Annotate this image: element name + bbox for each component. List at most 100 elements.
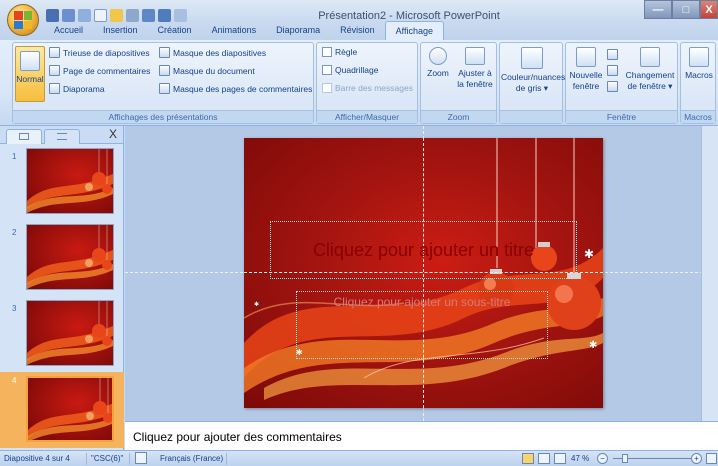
minimize-button[interactable]: —	[644, 0, 672, 19]
status-separator	[226, 453, 227, 465]
fit-window-button[interactable]: Ajuster à la fenêtre	[454, 47, 496, 90]
ruler-check-icon	[322, 47, 332, 57]
group-show-hide: Règle Quadrillage Barre des messages Aff…	[316, 42, 418, 124]
slide-thumbnail[interactable]	[26, 148, 114, 214]
notes-master-icon	[159, 83, 170, 94]
fit-slide-icon[interactable]	[706, 453, 717, 464]
slide-thumbnail[interactable]	[26, 376, 114, 442]
new-window-icon	[576, 47, 596, 67]
status-separator	[86, 453, 87, 465]
slide-thumbnail-row[interactable]: 1	[0, 148, 124, 220]
slide-number: 4	[12, 376, 17, 385]
new-window-button[interactable]: Nouvelle fenêtre	[568, 47, 604, 92]
vertical-scrollbar[interactable]	[701, 126, 718, 421]
tab-outline[interactable]	[44, 129, 80, 144]
slide-sorter-button[interactable]: Trieuse de diapositives	[49, 47, 150, 58]
macros-button[interactable]: Macros	[682, 47, 716, 81]
slide-thumbnail-row[interactable]: 3	[0, 300, 124, 372]
arrange-all-icon[interactable]	[607, 49, 618, 60]
svg-text:✱: ✱	[589, 340, 597, 351]
notes-master-button[interactable]: Masque des pages de commentaires	[159, 83, 312, 94]
notes-pane[interactable]: Cliquez pour ajouter des commentaires	[125, 421, 718, 450]
sorter-view-status-icon[interactable]	[538, 453, 550, 464]
message-bar-check-icon	[322, 83, 332, 93]
notes-page-icon	[49, 65, 60, 76]
pane-tabs: X	[0, 126, 123, 144]
switch-window-icon	[640, 47, 660, 67]
handout-master-button[interactable]: Masque du document	[159, 65, 255, 76]
macros-icon	[689, 47, 709, 67]
color-grayscale-button[interactable]: Couleur/nuances de gris ▾	[501, 47, 565, 94]
normal-view-status-icon[interactable]	[522, 453, 534, 464]
pane-close-icon[interactable]: X	[109, 127, 117, 141]
switch-window-button[interactable]: Changement de fenêtre ▾	[622, 47, 678, 92]
tab-revision[interactable]: Révision	[330, 21, 385, 40]
tab-affichage[interactable]: Affichage	[384, 21, 445, 40]
group-label-show-hide: Afficher/Masquer	[317, 110, 417, 123]
subtitle-placeholder[interactable]: Cliquez pour ajouter un sous-titre	[296, 291, 548, 359]
move-split-icon[interactable]	[607, 81, 618, 92]
group-window: Nouvelle fenêtre Changement de fenêtre ▾…	[565, 42, 678, 124]
slide-count-status: Diapositive 4 sur 4	[4, 454, 70, 463]
tab-slides[interactable]	[6, 129, 42, 144]
slide-thumbnail[interactable]	[26, 300, 114, 366]
status-bar: Diapositive 4 sur 4 "CSC(6)" Français (F…	[0, 450, 718, 466]
outline-tab-icon	[57, 133, 67, 140]
normal-view-icon	[20, 51, 40, 71]
zoom-out-icon[interactable]: −	[597, 453, 608, 464]
group-color: Couleur/nuances de gris ▾	[499, 42, 565, 124]
slide-master-icon	[159, 47, 170, 58]
gridlines-checkbox[interactable]: Quadrillage	[322, 65, 378, 75]
tab-accueil[interactable]: Accueil	[44, 21, 93, 40]
group-label-color	[500, 110, 562, 123]
slide-thumbnail[interactable]	[26, 224, 114, 290]
zoom-button[interactable]: Zoom	[424, 47, 452, 79]
message-bar-checkbox[interactable]: Barre des messages	[322, 83, 413, 93]
slides-pane: X 1 2 3 4	[0, 126, 124, 450]
group-zoom: Zoom Ajuster à la fenêtre Zoom	[420, 42, 497, 124]
slideshow-status-icon[interactable]	[554, 453, 566, 464]
tab-diaporama[interactable]: Diaporama	[266, 21, 330, 40]
language-status[interactable]: Français (France)	[160, 454, 223, 463]
slides-tab-icon	[19, 133, 29, 140]
slide-editing-area[interactable]: ✱ ✱ ✱ ✱ Cliquez pour ajouter un titre Cl…	[125, 126, 718, 421]
group-presentation-views: Normal Trieuse de diapositives Page de c…	[12, 42, 314, 124]
magnifier-icon	[429, 47, 447, 65]
title-bar: Présentation2 - Microsoft PowerPoint — □…	[0, 0, 718, 40]
title-placeholder[interactable]: Cliquez pour ajouter un titre	[270, 221, 577, 279]
group-label-presentation-views: Affichages des présentations	[13, 110, 313, 123]
spelling-status-icon[interactable]	[135, 452, 147, 464]
ribbon-tabs: Accueil Insertion Création Animations Di…	[44, 21, 445, 40]
svg-text:✱: ✱	[584, 247, 594, 261]
zoom-slider-thumb[interactable]	[622, 454, 628, 463]
group-label-zoom: Zoom	[421, 110, 496, 123]
window-controls: — □ X	[644, 0, 718, 19]
slideshow-button[interactable]: Diaporama	[49, 83, 105, 94]
tab-animations[interactable]: Animations	[202, 21, 267, 40]
close-button[interactable]: X	[700, 0, 718, 19]
fit-window-icon	[465, 47, 485, 65]
slide-number: 1	[12, 152, 17, 161]
handout-master-icon	[159, 65, 170, 76]
slide-canvas[interactable]: ✱ ✱ ✱ ✱ Cliquez pour ajouter un titre Cl…	[244, 138, 603, 408]
slide-thumbnail-row-selected[interactable]: 4	[0, 372, 124, 448]
slide-master-button[interactable]: Masque des diapositives	[159, 47, 266, 58]
zoom-level[interactable]: 47 %	[571, 454, 589, 463]
maximize-button[interactable]: □	[672, 0, 700, 19]
tab-creation[interactable]: Création	[148, 21, 202, 40]
group-macros: Macros Macros	[680, 42, 716, 124]
slide-sorter-icon	[49, 47, 60, 58]
zoom-in-icon[interactable]: +	[691, 453, 702, 464]
cascade-icon[interactable]	[607, 65, 618, 76]
ribbon: Normal Trieuse de diapositives Page de c…	[0, 40, 718, 126]
gridlines-check-icon	[322, 65, 332, 75]
ruler-checkbox[interactable]: Règle	[322, 47, 357, 57]
notes-page-button[interactable]: Page de commentaires	[49, 65, 150, 76]
normal-view-button[interactable]: Normal	[15, 46, 45, 102]
slide-number: 2	[12, 228, 17, 237]
theme-status: "CSC(6)"	[91, 454, 124, 463]
tab-insertion[interactable]: Insertion	[93, 21, 148, 40]
slide-thumbnail-row[interactable]: 2	[0, 224, 124, 296]
svg-text:✱: ✱	[254, 301, 259, 308]
notes-placeholder[interactable]: Cliquez pour ajouter des commentaires	[133, 430, 342, 444]
